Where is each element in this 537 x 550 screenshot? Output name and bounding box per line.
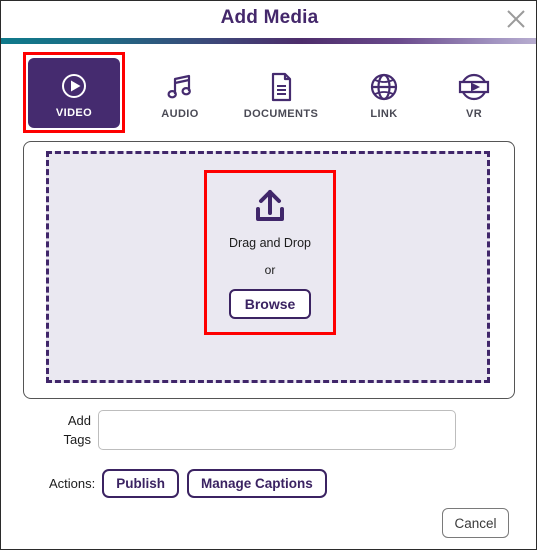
cancel-button[interactable]: Cancel	[442, 508, 509, 538]
add-tags-label-line2: Tags	[63, 432, 91, 447]
add-tags-row: Add Tags	[51, 410, 471, 454]
drag-and-drop-label: Drag and Drop	[229, 236, 311, 250]
tab-video[interactable]: VIDEO	[28, 58, 120, 128]
play-circle-icon	[59, 67, 89, 105]
document-icon	[266, 68, 296, 106]
tab-documents-label: DOCUMENTS	[243, 108, 319, 120]
actions-row: Actions: Publish Manage Captions	[49, 468, 335, 498]
tab-documents[interactable]: DOCUMENTS	[232, 58, 330, 130]
publish-button[interactable]: Publish	[102, 468, 180, 498]
tab-link[interactable]: LINK	[335, 58, 433, 130]
tab-video-label: VIDEO	[55, 107, 93, 119]
dialog-title: Add Media	[220, 7, 319, 28]
add-tags-label: Add Tags	[51, 411, 91, 449]
add-tags-label-line1: Add	[67, 413, 91, 428]
manage-captions-button[interactable]: Manage Captions	[187, 468, 327, 498]
dialog-titlebar: Add Media	[1, 1, 536, 38]
tab-link-label: LINK	[370, 108, 398, 120]
brand-gradient-divider	[1, 38, 536, 44]
music-note-icon	[164, 68, 196, 106]
tab-audio-label: AUDIO	[161, 108, 199, 120]
upload-arrow-tray-icon	[248, 186, 292, 230]
add-tags-input[interactable]	[98, 410, 456, 450]
tab-audio[interactable]: AUDIO	[131, 58, 229, 130]
or-label: or	[264, 263, 276, 277]
vr-sphere-play-icon	[457, 68, 491, 106]
globe-icon	[368, 68, 400, 106]
tab-vr-label: VR	[465, 108, 483, 120]
tab-vr[interactable]: VR	[425, 58, 523, 130]
add-media-dialog: Add Media VIDEO AUDIO DOCUMENTS LINK VR …	[0, 0, 537, 550]
actions-label: Actions:	[49, 475, 96, 491]
close-icon[interactable]	[503, 6, 529, 32]
dropzone[interactable]: Drag and Drop or Browse	[204, 170, 336, 335]
browse-button[interactable]: Browse	[228, 289, 312, 319]
